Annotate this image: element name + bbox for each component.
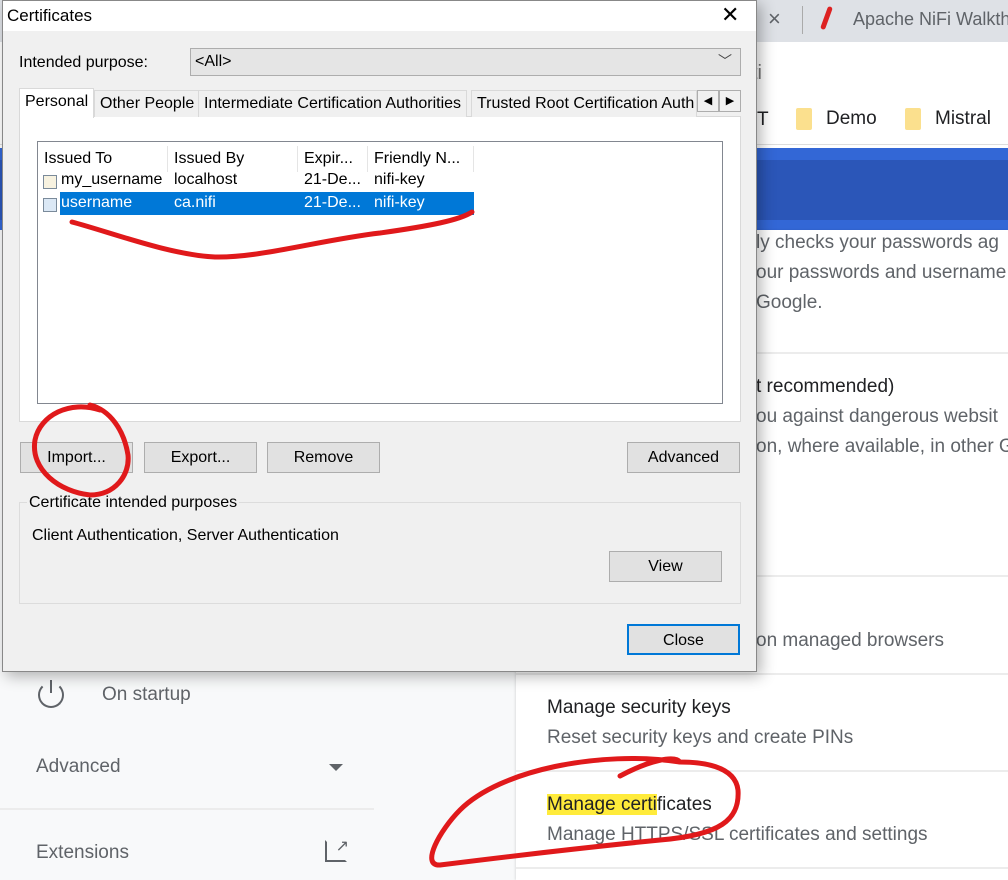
circle-annotation-certificates <box>429 756 741 868</box>
underline-annotation <box>69 209 475 260</box>
circle-annotation-import <box>32 402 131 498</box>
tab-personal[interactable]: Personal <box>19 88 95 118</box>
annotation-overlay <box>32 209 741 868</box>
